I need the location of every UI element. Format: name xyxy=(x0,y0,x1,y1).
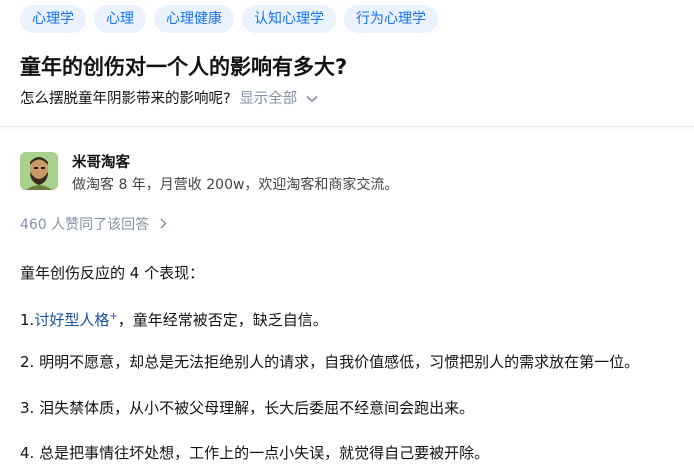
tag-cognitive-psychology[interactable]: 认知心理学 xyxy=(242,5,336,33)
answer-point-2: 2. 明明不愿意，却总是无法拒绝别人的请求，自我价值感低，习惯把别人的需求放在第… xyxy=(20,353,640,371)
point-1-number: 1. xyxy=(20,311,35,329)
tag-behavioral-psychology[interactable]: 行为心理学 xyxy=(344,5,438,33)
author-avatar[interactable] xyxy=(20,152,58,190)
answer-intro: 童年创伤反应的 4 个表现： xyxy=(20,264,205,282)
link-plus-icon[interactable]: + xyxy=(109,311,117,322)
point-1-text: ，童年经常被否定，缺乏自信。 xyxy=(117,311,328,329)
author-bio: 做淘客 8 年，月营收 200w，欢迎淘客和商家交流。 xyxy=(72,177,399,193)
chevron-down-icon[interactable] xyxy=(306,92,318,106)
show-all-button[interactable]: 显示全部 xyxy=(239,91,318,107)
author-name[interactable]: 米哥淘客 xyxy=(72,153,130,173)
topic-tags: 心理学 心理 心理健康 认知心理学 行为心理学 xyxy=(20,5,438,33)
tag-psychology[interactable]: 心理学 xyxy=(20,5,86,33)
answer-point-4: 4. 总是把事情往坏处想，工作上的一点小失误，就觉得自己要被开除。 xyxy=(20,444,490,462)
question-detail-text: 怎么摆脱童年阴影带来的影响呢? xyxy=(20,91,231,107)
answer-point-1: 1.讨好型人格+，童年经常被否定，缺乏自信。 xyxy=(20,306,328,331)
chevron-right-icon[interactable] xyxy=(160,217,167,233)
question-title[interactable]: 童年的创伤对一个人的影响有多大? xyxy=(20,52,347,82)
tag-mental-health[interactable]: 心理健康 xyxy=(154,5,234,33)
divider-shadow xyxy=(0,127,694,133)
avatar-illustration xyxy=(20,152,58,190)
answer-point-3: 3. 泪失禁体质，从小不被父母理解，长大后委屈不经意间会跑出来。 xyxy=(20,399,475,417)
vote-count-text[interactable]: 460 人赞同了该回答 xyxy=(20,217,149,233)
show-all-label[interactable]: 显示全部 xyxy=(239,91,297,107)
tag-mind[interactable]: 心理 xyxy=(94,5,146,33)
personality-link[interactable]: 讨好型人格 xyxy=(34,311,109,329)
question-detail: 怎么摆脱童年阴影带来的影响呢? 显示全部 xyxy=(20,89,318,109)
question-page: 心理学 心理 心理健康 认知心理学 行为心理学 童年的创伤对一个人的影响有多大?… xyxy=(0,0,694,465)
vote-summary[interactable]: 460 人赞同了该回答 xyxy=(20,215,167,235)
